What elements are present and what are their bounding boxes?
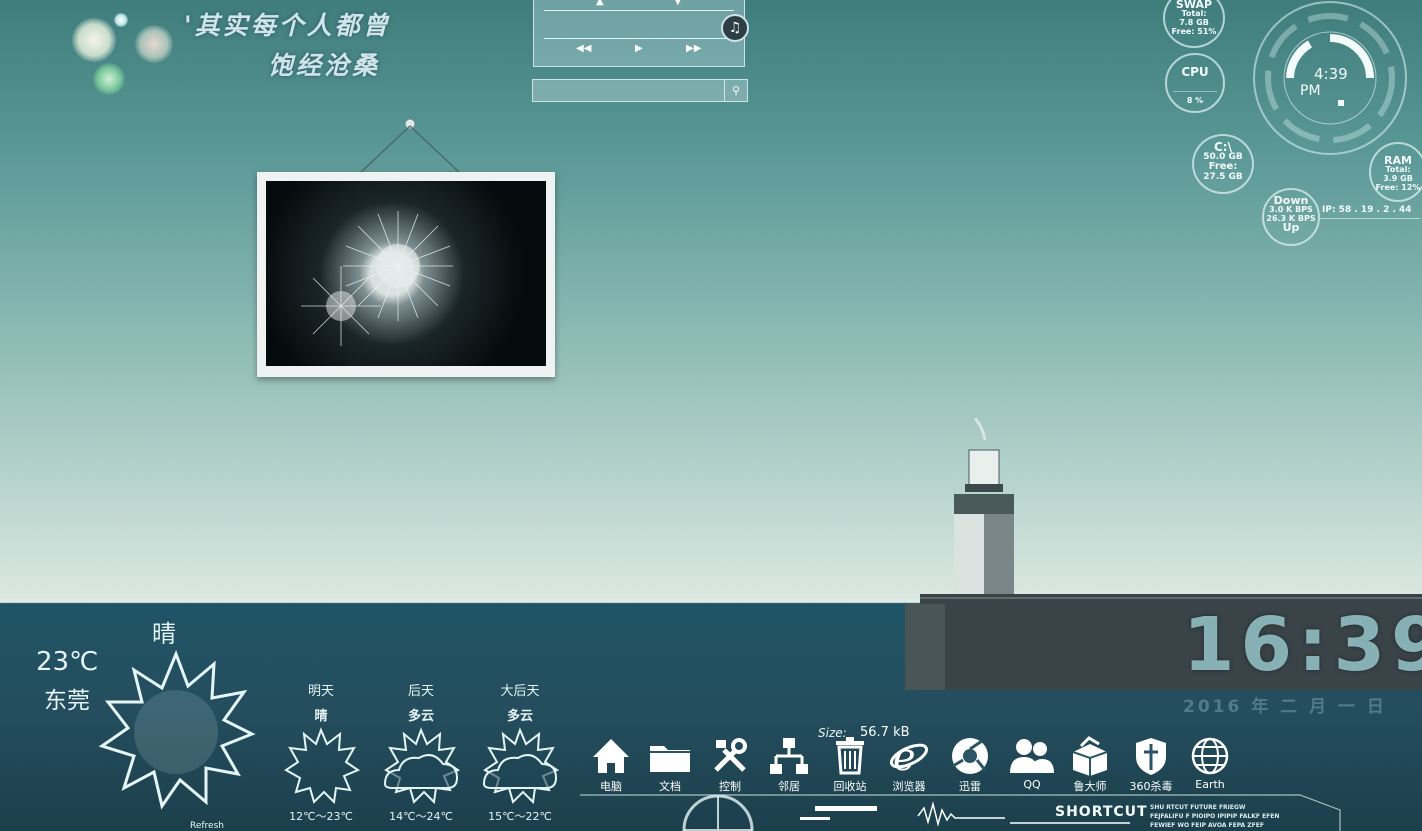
dock-item-thunder[interactable]: 迅雷	[941, 735, 999, 794]
dandelion-photo	[266, 181, 546, 366]
music-player: ▲ ▼ ◀◀ ▶ ▶▶	[533, 0, 745, 67]
photo-frame[interactable]	[257, 172, 555, 377]
cpu-meter: CPU 8 %	[1165, 53, 1225, 113]
dock-item-documents[interactable]: 文档	[641, 735, 699, 794]
forecast-condition: 多云	[506, 709, 533, 724]
dock-item-360[interactable]: 360杀毒	[1122, 735, 1180, 794]
ie-icon: e	[889, 736, 929, 776]
flower-image	[301, 211, 453, 346]
shortcut-label: SHORTCUT	[1055, 804, 1148, 820]
today-city: 东莞	[44, 688, 90, 714]
search-box: ⚲	[532, 79, 748, 102]
music-note-icon[interactable]: ♫	[721, 14, 749, 42]
previous-track-icon[interactable]: ◀◀	[576, 43, 591, 54]
globe-icon	[1191, 737, 1229, 775]
ip-underline	[1320, 218, 1420, 219]
poem-line-1: '其实每个人都曾	[184, 11, 391, 40]
tools-icon	[714, 738, 747, 772]
music-progress-line	[544, 38, 734, 39]
photo-hanger	[360, 118, 460, 173]
bokeh-light	[135, 25, 173, 63]
forecast-day-1: 明天 晴 12℃～23℃	[280, 680, 362, 824]
today-temp: 23℃	[36, 647, 99, 677]
search-icon[interactable]: ⚲	[724, 80, 747, 101]
poem-line-2: 饱经沧桑	[268, 51, 381, 80]
box-icon	[1072, 736, 1108, 776]
forecast-day-label: 明天	[307, 684, 334, 699]
forecast-condition: 晴	[314, 709, 328, 724]
ip-address: IP: 58 . 19 . 2 . 44	[1322, 205, 1412, 215]
cloud-sun-icon	[383, 727, 461, 805]
network-meter: Down 3.0 K BPS 26.3 K BPS Up	[1262, 188, 1320, 246]
clock-ring	[1253, 1, 1407, 155]
thunder-icon	[952, 738, 988, 774]
next-track-icon[interactable]: ▶▶	[686, 43, 701, 54]
music-track-line	[544, 10, 734, 11]
forecast-temp: 12℃～23℃	[289, 810, 353, 823]
sun-icon	[284, 727, 361, 805]
forecast-day-label: 大后天	[500, 684, 540, 699]
folder-icon	[650, 746, 690, 772]
forecast-condition: 多云	[407, 709, 434, 724]
cloud-sun-icon	[482, 727, 560, 805]
big-clock-time: 16:39	[1183, 602, 1422, 688]
forecast-day-label: 后天	[407, 684, 434, 699]
shield-icon	[1136, 738, 1166, 775]
clock-ampm: PM	[1300, 83, 1321, 99]
forecast-temp: 15℃～22℃	[488, 810, 552, 823]
bokeh-light	[93, 63, 125, 95]
volume-up-icon[interactable]: ▲	[596, 0, 604, 7]
dock-baseline	[580, 794, 1341, 831]
search-input[interactable]	[535, 81, 725, 100]
dock-item-earth[interactable]: Earth	[1181, 735, 1239, 791]
sun-icon	[98, 650, 256, 810]
shortcut-text: SHU RTCUT FUTURE FRIEGW FEJFALIFU F PIOI…	[1150, 804, 1280, 829]
dock-item-computer[interactable]: 电脑	[582, 735, 640, 794]
dock-item-qq[interactable]: QQ	[1003, 735, 1061, 791]
dock-item-recycle-bin[interactable]: 回收站	[821, 735, 879, 794]
forecast-day-2: 后天 多云 14℃～24℃	[375, 680, 467, 824]
network-icon	[770, 738, 808, 774]
clock-time: 4:39	[1314, 65, 1348, 83]
refresh-link[interactable]: Refresh	[190, 821, 224, 831]
today-condition: 晴	[152, 620, 176, 648]
dock-item-ludashi[interactable]: 鲁大师	[1061, 735, 1119, 794]
bokeh-light	[114, 13, 128, 27]
forecast-day-3: 大后天 多云 15℃～22℃	[474, 680, 566, 824]
dock-item-network[interactable]: 邻居	[760, 735, 818, 794]
forecast-temp: 14℃～24℃	[389, 810, 453, 823]
volume-down-icon[interactable]: ▼	[674, 0, 682, 7]
dock-item-control[interactable]: 控制	[701, 735, 759, 794]
house-icon	[593, 739, 629, 773]
trash-icon	[836, 737, 864, 775]
users-icon	[1010, 739, 1054, 773]
dock-item-browser[interactable]: e 浏览器	[880, 735, 938, 794]
big-clock-date: 2016 年 二 月 一 日	[1183, 697, 1387, 717]
bokeh-light	[72, 18, 116, 62]
play-icon[interactable]: ▶	[635, 43, 643, 54]
swap-meter: SWAP Total: 7.8 GB Free: 51%	[1163, 0, 1225, 48]
